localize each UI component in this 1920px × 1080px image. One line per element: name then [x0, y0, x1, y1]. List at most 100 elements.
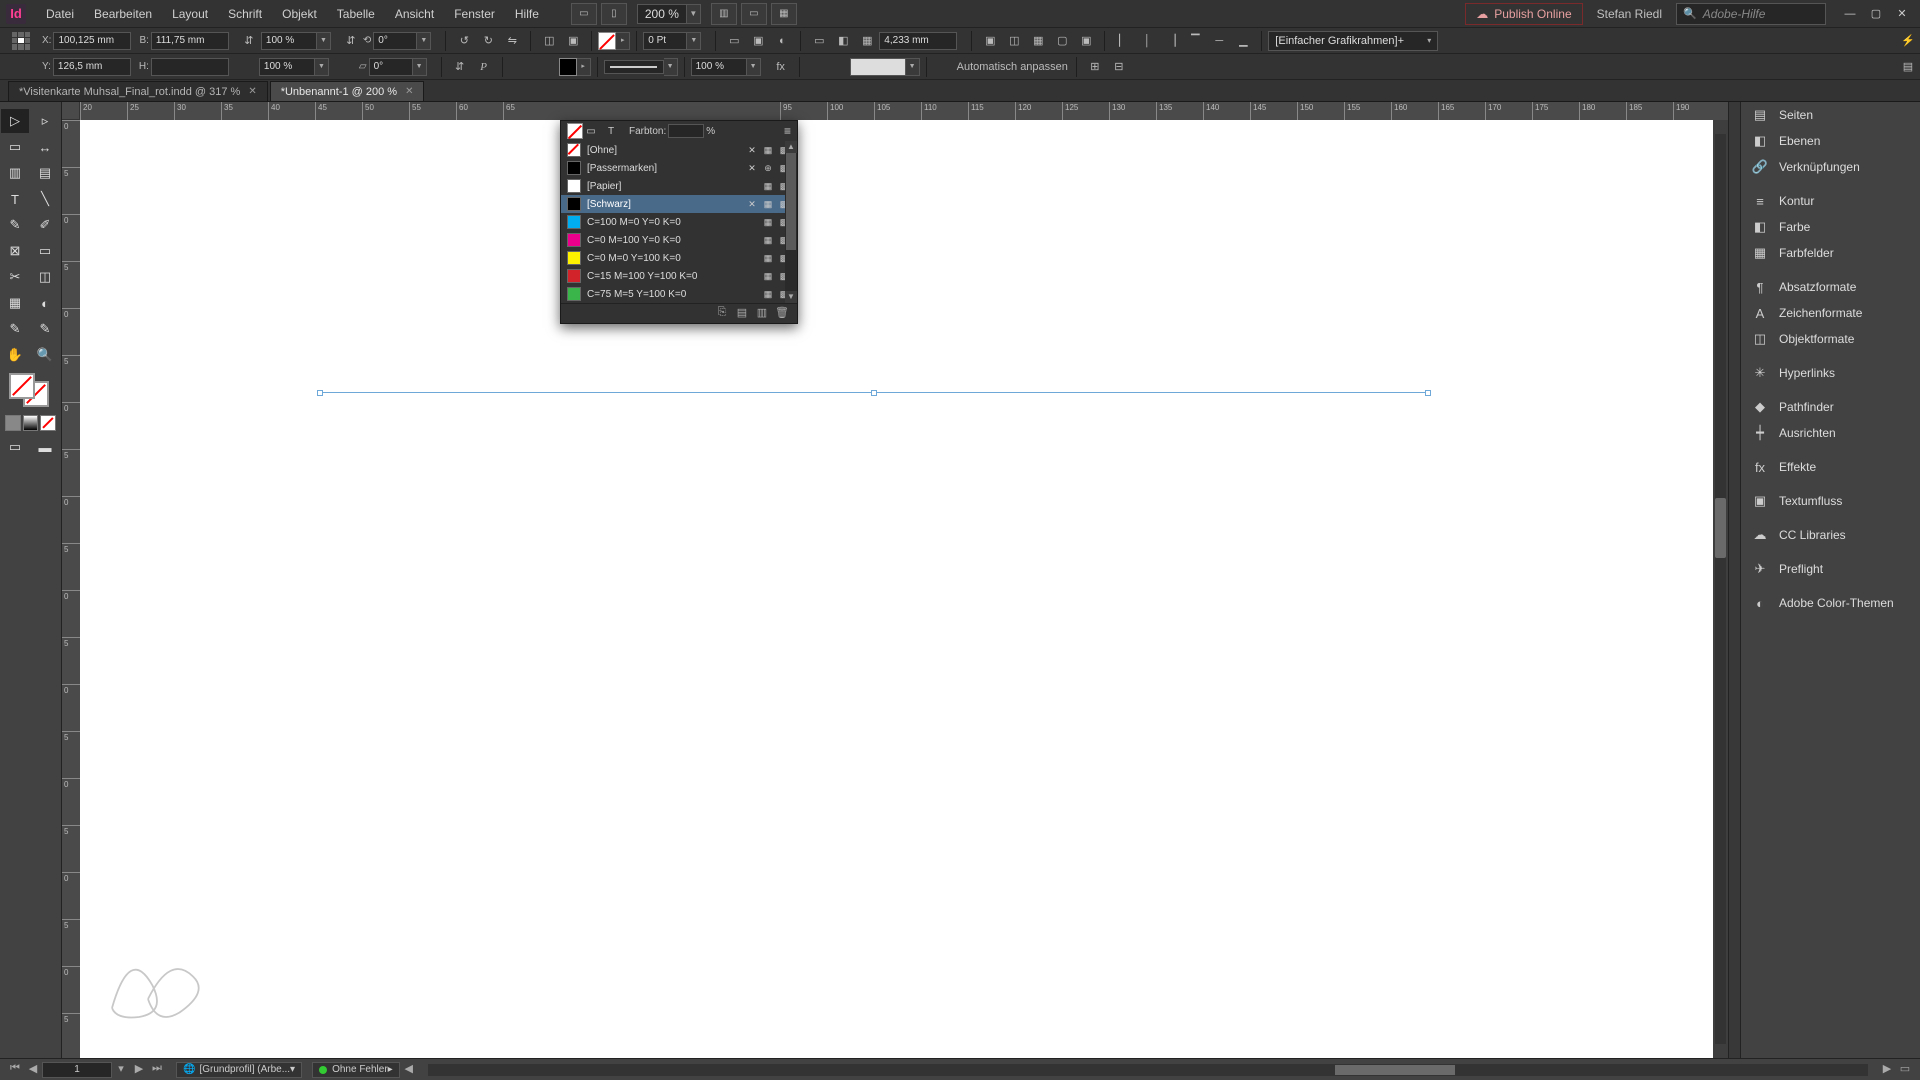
page-number-field[interactable]: 1	[42, 1062, 112, 1078]
rotate-cw-icon[interactable]: ↻	[477, 30, 499, 52]
panel-absatzformate[interactable]: ¶Absatzformate	[1741, 274, 1920, 300]
constrain-wh-icon[interactable]: ⇵	[238, 30, 260, 52]
object-style-combo[interactable]: [Einfacher Grafikrahmen]+▾	[1268, 31, 1438, 51]
fit-prop-icon[interactable]: ▣	[1075, 30, 1097, 52]
menu-bearbeiten[interactable]: Bearbeiten	[84, 0, 162, 28]
apply-color-row[interactable]	[0, 412, 61, 434]
y-field[interactable]: 126,5 mm	[53, 58, 131, 76]
swatch-row[interactable]: [Schwarz]✕▦▩	[561, 195, 797, 213]
free-transform-tool[interactable]: ◫	[31, 265, 59, 289]
fit-content-icon[interactable]: ▣	[979, 30, 1001, 52]
stroke-swatch[interactable]	[559, 58, 577, 76]
type-tool[interactable]: T	[1, 187, 29, 211]
menu-objekt[interactable]: Objekt	[272, 0, 327, 28]
content-placer-tool[interactable]: ▤	[31, 161, 59, 185]
selected-line-object[interactable]	[320, 392, 1428, 393]
distribute-h-icon[interactable]: ⊞	[1084, 56, 1106, 78]
line-tool[interactable]: ╲	[31, 187, 59, 211]
scissors-tool[interactable]: ✂	[1, 265, 29, 289]
menu-layout[interactable]: Layout	[162, 0, 218, 28]
first-page-button[interactable]: ⏮	[6, 1062, 24, 1078]
panel-effekte[interactable]: fxEffekte	[1741, 454, 1920, 480]
page-tool[interactable]: ▭	[1, 135, 29, 159]
page-area[interactable]: ▭ T Farbton: % ≡ [Ohne]✕▦▩[Passermarken]…	[80, 120, 1728, 1058]
stroke-weight-field[interactable]: 0 Pt	[643, 32, 687, 50]
screen-mode-status-icon[interactable]: ▭	[1896, 1062, 1914, 1078]
next-page-button[interactable]: ▶	[130, 1062, 148, 1078]
select-content-icon[interactable]: ▣	[562, 30, 584, 52]
w-field[interactable]: 111,75 mm	[151, 32, 229, 50]
opacity-field[interactable]: 100 %	[691, 58, 747, 76]
new-swatch-2-icon[interactable]: ▥	[753, 306, 771, 322]
shear-field[interactable]: 0°	[369, 58, 413, 76]
scroll-left-button[interactable]: ◀	[400, 1062, 418, 1078]
popup-fill-proxy[interactable]	[567, 123, 583, 139]
panel-hyperlinks[interactable]: ✳Hyperlinks	[1741, 360, 1920, 386]
normal-view-icon[interactable]: ▭	[1, 435, 29, 459]
maximize-button[interactable]: ▢	[1864, 4, 1888, 24]
quick-apply-icon[interactable]: ⚡	[1897, 30, 1919, 52]
constrain-scale-icon[interactable]: ⇵	[340, 30, 362, 52]
last-page-button[interactable]: ⏭	[148, 1062, 166, 1078]
prev-page-button[interactable]: ◀	[24, 1062, 42, 1078]
preview-view-icon[interactable]: ▬	[31, 435, 59, 459]
popup-scrollbar[interactable]: ▲▼	[785, 141, 797, 303]
corner-options-1[interactable]: ▭	[808, 30, 830, 52]
swatch-row[interactable]: C=100 M=0 Y=0 K=0▦▩	[561, 213, 797, 231]
swatch-row[interactable]: [Passermarken]✕⊕▩	[561, 159, 797, 177]
panel-farbfelder[interactable]: ▦Farbfelder	[1741, 240, 1920, 266]
tab-close-icon[interactable]: ✕	[405, 86, 413, 97]
help-search-input[interactable]: Adobe-Hilfe	[1676, 3, 1826, 25]
panel-farbe[interactable]: ◧Farbe	[1741, 214, 1920, 240]
panel-cc libraries[interactable]: ☁CC Libraries	[1741, 522, 1920, 548]
panel-textumfluss[interactable]: ▣Textumfluss	[1741, 488, 1920, 514]
screen-mode-normal-icon[interactable]: ▭	[571, 3, 597, 25]
align-vcenter-icon[interactable]: ─	[1208, 30, 1230, 52]
popup-text-toggle[interactable]: T	[603, 123, 619, 139]
textwrap-shape-icon[interactable]: ◐	[771, 30, 793, 52]
panel-adobe color-themen[interactable]: ◐Adobe Color-Themen	[1741, 590, 1920, 616]
preflight-profile[interactable]: 🌐 [Grundprofil] (Arbe... ▾	[176, 1062, 302, 1078]
panel-menu-icon[interactable]: ▤	[1897, 56, 1919, 78]
eyedropper-tool[interactable]: ✎	[31, 317, 59, 341]
pencil-tool[interactable]: ✐	[31, 213, 59, 237]
popup-menu-icon[interactable]: ≡	[784, 124, 791, 138]
fx-icon[interactable]: fx	[770, 56, 792, 78]
panel-seiten[interactable]: ▤Seiten	[1741, 102, 1920, 128]
autofit-label[interactable]: Automatisch anpassen	[957, 61, 1068, 73]
zoom-tool[interactable]: 🔍	[31, 343, 59, 367]
hand-tool[interactable]: ✋	[1, 343, 29, 367]
menu-hilfe[interactable]: Hilfe	[505, 0, 549, 28]
fill-stroke-proxy[interactable]	[1, 369, 59, 411]
close-button[interactable]: ✕	[1890, 4, 1914, 24]
zoom-level[interactable]: 200 %▼	[637, 4, 701, 24]
panel-objektformate[interactable]: ◫Objektformate	[1741, 326, 1920, 352]
align-left-icon[interactable]: ▏	[1112, 30, 1134, 52]
distribute-v-icon[interactable]: ⊟	[1108, 56, 1130, 78]
corner-options-3[interactable]: ▦	[856, 30, 878, 52]
content-collector-tool[interactable]: ▥	[1, 161, 29, 185]
minimize-button[interactable]: —	[1838, 4, 1862, 24]
rectangle-frame-tool[interactable]: ⊠	[1, 239, 29, 263]
page-dropdown[interactable]: ▾	[112, 1062, 130, 1078]
horizontal-ruler[interactable]: 2025303540455055606595100105110115120125…	[80, 102, 1728, 120]
gap-color[interactable]	[850, 58, 906, 76]
h-field[interactable]	[151, 58, 229, 76]
panel-ebenen[interactable]: ◧Ebenen	[1741, 128, 1920, 154]
popup-container-toggle[interactable]: ▭	[583, 123, 599, 139]
swatch-row[interactable]: [Ohne]✕▦▩	[561, 141, 797, 159]
panel-ausrichten[interactable]: ┿Ausrichten	[1741, 420, 1920, 446]
textwrap-bbox-icon[interactable]: ▣	[747, 30, 769, 52]
scroll-right-button[interactable]: ▶	[1878, 1062, 1896, 1078]
fit-frame-icon[interactable]: ◫	[1003, 30, 1025, 52]
vertical-ruler[interactable]: 05050505050505050505	[62, 120, 80, 1058]
document-tab[interactable]: *Unbenannt-1 @ 200 %✕	[270, 81, 425, 101]
flip-h-icon[interactable]: ⇋	[501, 30, 523, 52]
gradient-feather-tool[interactable]: ◐	[31, 291, 59, 315]
vertical-scrollbar[interactable]	[1713, 120, 1728, 1058]
preflight-status[interactable]: Ohne Fehler ▸	[312, 1062, 400, 1078]
selection-tool[interactable]: ▷	[1, 109, 29, 133]
scale-x-field[interactable]: 100 %	[261, 32, 317, 50]
select-container-icon[interactable]: ◫	[538, 30, 560, 52]
fill-dropdown[interactable]: ▸	[616, 32, 630, 50]
